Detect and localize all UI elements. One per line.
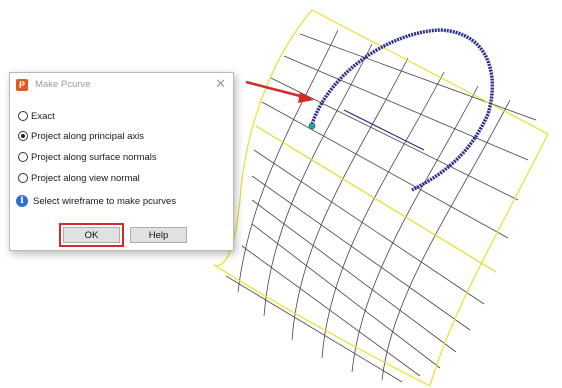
radio-view-normal[interactable]	[18, 173, 28, 183]
dialog-titlebar[interactable]: P Make Pcurve ✕	[10, 73, 233, 97]
surface-edge-mid	[255, 125, 497, 273]
info-row: i Select wireframe to make pcurves	[16, 194, 176, 208]
radio-principal-axis[interactable]	[18, 131, 28, 141]
radio-exact[interactable]	[18, 111, 28, 121]
info-icon: i	[16, 195, 28, 207]
option-label: Project along view normal	[31, 172, 140, 184]
option-label: Project along principal axis	[31, 130, 145, 142]
grid-line	[263, 43, 373, 317]
grid-line	[251, 223, 441, 369]
make-pcurve-dialog: P Make Pcurve ✕ Exact Project along prin…	[9, 72, 234, 251]
grid-line	[299, 33, 537, 121]
surface-grid	[225, 29, 537, 383]
option-view-normal[interactable]: Project along view normal	[18, 171, 140, 185]
grid-line	[261, 101, 509, 239]
callout-arrow	[245, 80, 314, 103]
grid-line	[321, 71, 445, 359]
grid-line	[351, 85, 479, 373]
grid-line	[241, 245, 421, 377]
option-principal-axis[interactable]: Project along principal axis	[18, 129, 144, 143]
dialog-title: Make Pcurve	[35, 79, 91, 90]
option-exact[interactable]: Exact	[18, 109, 55, 123]
option-label: Project along surface normals	[31, 151, 157, 163]
radio-surface-normals[interactable]	[18, 152, 28, 162]
app-icon: P	[16, 79, 28, 91]
surface-edge-bottom	[213, 264, 431, 387]
surface-edge-right	[429, 133, 549, 387]
grid-line	[270, 77, 519, 201]
option-surface-normals[interactable]: Project along surface normals	[18, 150, 157, 164]
close-icon[interactable]: ✕	[215, 76, 226, 92]
help-button[interactable]: Help	[130, 227, 187, 243]
option-label: Exact	[31, 110, 55, 122]
surface-edges	[213, 9, 549, 387]
control-point[interactable]	[308, 122, 316, 130]
info-text: Select wireframe to make pcurves	[33, 195, 177, 207]
ok-button[interactable]: OK	[63, 227, 120, 243]
